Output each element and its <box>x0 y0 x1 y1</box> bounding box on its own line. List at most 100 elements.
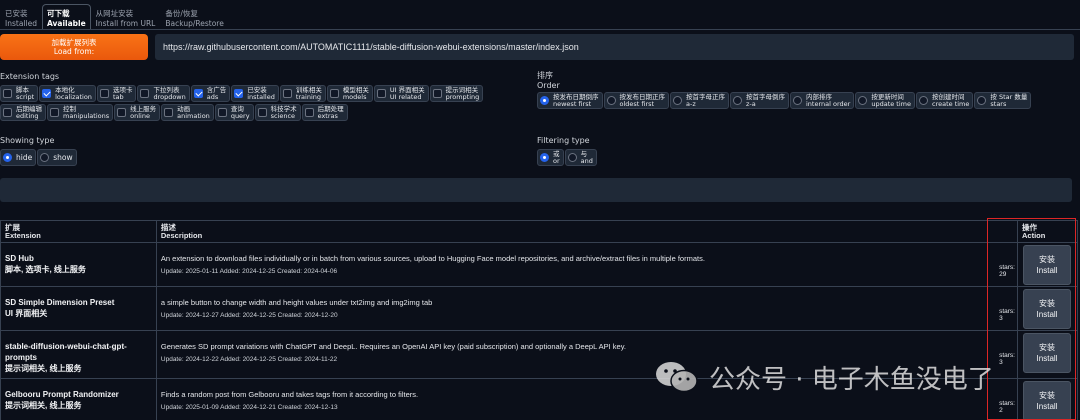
install-label-zh: 安装 <box>1039 343 1055 352</box>
option-label-en: update time <box>871 99 911 108</box>
radio-icon[interactable] <box>858 96 868 105</box>
option-label: 脚本 script <box>16 86 35 101</box>
tag-checkbox-query[interactable]: 查询 query <box>214 104 254 121</box>
checkbox-icon[interactable] <box>329 89 339 98</box>
option-label: 本地化 localization <box>55 86 92 101</box>
extension-name[interactable]: SD Simple Dimension Preset <box>5 297 152 308</box>
header-description-zh: 描述 <box>160 223 176 232</box>
option-label: 提示词相关 prompting <box>446 86 480 101</box>
load-from-button[interactable]: 加载扩展列表 Load from: <box>0 34 148 60</box>
tag-checkbox-localization[interactable]: 本地化 localization <box>39 85 96 102</box>
tag-checkbox-ui-related[interactable]: UI 界面相关 UI related <box>373 85 429 102</box>
checkbox-icon[interactable] <box>193 89 203 98</box>
search-input[interactable] <box>0 178 1072 202</box>
order-option-stars[interactable]: 按 Star 数量 stars <box>974 92 1032 109</box>
radio-icon[interactable] <box>567 153 577 162</box>
tag-checkbox-animation[interactable]: 动画 animation <box>161 104 214 121</box>
radio-icon[interactable] <box>793 96 802 105</box>
checkbox-icon[interactable] <box>140 89 150 98</box>
checkbox-icon[interactable] <box>42 89 52 98</box>
tag-checkbox-training[interactable]: 训练相关 training <box>279 85 326 102</box>
tag-checkbox-manipulations[interactable]: 控制 manipulations <box>47 104 114 121</box>
checkbox-icon[interactable] <box>3 108 12 117</box>
tab-installed[interactable]: 已安装 Installed <box>0 4 42 30</box>
radio-icon[interactable] <box>606 96 616 105</box>
tag-checkbox-script[interactable]: 脚本 script <box>0 85 39 102</box>
tag-checkbox-extras[interactable]: 后期处理 extras <box>301 104 348 121</box>
radio-icon[interactable] <box>3 153 12 162</box>
checkbox-icon[interactable] <box>99 89 109 98</box>
option-label-en: newest first <box>553 99 592 108</box>
option-label-en: UI related <box>389 92 422 101</box>
order-option-a-z[interactable]: 按首字母正序 a-z <box>670 92 729 109</box>
option-label: 训练相关 training <box>296 86 322 101</box>
extension-name[interactable]: stable-diffusion-webui-chat-gpt-prompts <box>5 341 152 363</box>
tab-label-en: Backup/Restore <box>165 19 224 28</box>
radio-icon[interactable] <box>977 96 987 105</box>
action-cell: stars: 3 安装 Install <box>999 286 1078 331</box>
extension-name[interactable]: SD Hub <box>5 253 152 264</box>
option-label: 或 or <box>553 150 560 165</box>
order-option-create-time[interactable]: 按创建时间 create time <box>916 92 974 109</box>
option-label-en: dropdown <box>153 92 186 101</box>
checkbox-icon[interactable] <box>117 108 127 117</box>
tag-checkbox-editing[interactable]: 后期编辑 editing <box>0 104 46 121</box>
option-label-en: script <box>16 92 35 101</box>
checkbox-icon[interactable] <box>432 89 442 98</box>
extension-name[interactable]: Gelbooru Prompt Randomizer <box>5 389 152 400</box>
radio-icon[interactable] <box>733 96 742 105</box>
radio-icon[interactable] <box>919 96 928 105</box>
order-option-oldest-first[interactable]: 按发布日期正序 oldest first <box>603 92 669 109</box>
tab-label-zh: 可下载 <box>46 9 70 18</box>
option-label: 内部排序 internal order <box>806 93 850 108</box>
install-button[interactable]: 安装 Install <box>1023 245 1071 285</box>
option-label: 含广告 ads <box>207 86 227 101</box>
extension-tags: 提示词相关, 线上服务 <box>5 364 82 373</box>
extension-description: An extension to download files individua… <box>160 254 705 263</box>
checkbox-icon[interactable] <box>217 108 227 117</box>
tag-checkbox-ads[interactable]: 含广告 ads <box>190 85 231 102</box>
checkbox-icon[interactable] <box>282 89 292 98</box>
showing-option-hide[interactable]: hide <box>0 149 37 166</box>
tag-checkbox-installed[interactable]: 已安装 installed <box>231 85 279 102</box>
tab-label-en: Installed <box>5 19 37 28</box>
checkbox-icon[interactable] <box>376 89 386 98</box>
order-option-internal-order[interactable]: 内部排序 internal order <box>790 92 855 109</box>
tab-backup-restore[interactable]: 备份/恢复 Backup/Restore <box>160 4 228 30</box>
radio-icon[interactable] <box>673 96 682 105</box>
option-label-text: hide <box>16 153 33 162</box>
showing-option-show[interactable]: show <box>37 149 77 166</box>
tag-checkbox-dropdown[interactable]: 下拉列表 dropdown <box>137 85 190 102</box>
filtering-option-and[interactable]: 与 and <box>564 149 597 166</box>
radio-icon[interactable] <box>540 96 549 105</box>
tag-checkbox-online[interactable]: 线上服务 online <box>114 104 161 121</box>
checkbox-icon[interactable] <box>50 108 59 117</box>
extension-cell: SD Simple Dimension Preset UI 界面相关 <box>0 286 157 331</box>
checkbox-icon[interactable] <box>3 89 12 98</box>
option-label-en: localization <box>55 92 92 101</box>
tag-checkbox-models[interactable]: 模型相关 models <box>326 85 373 102</box>
tag-checkbox-tab[interactable]: 选项卡 tab <box>96 85 137 102</box>
checkbox-icon[interactable] <box>164 108 174 117</box>
install-button[interactable]: 安装 Install <box>1023 289 1071 329</box>
radio-icon[interactable] <box>540 153 549 162</box>
tag-checkbox-prompting[interactable]: 提示词相关 prompting <box>429 85 484 102</box>
checkbox-icon[interactable] <box>304 108 314 117</box>
tab-install-from-url[interactable]: 从网址安装 Install from URL <box>91 4 161 30</box>
option-label-en: extras <box>317 111 338 120</box>
option-label: 选项卡 tab <box>113 86 133 101</box>
checkbox-icon[interactable] <box>257 108 267 117</box>
tag-checkbox-science[interactable]: 科技学术 science <box>254 104 301 121</box>
filtering-option-or[interactable]: 或 or <box>537 149 564 166</box>
order-option-newest-first[interactable]: 按发布日期倒序 newest first <box>537 92 603 109</box>
checkbox-icon[interactable] <box>234 89 244 98</box>
order-option-z-a[interactable]: 按首字母倒序 z-a <box>730 92 789 109</box>
option-label: 按发布日期倒序 newest first <box>553 93 599 108</box>
radio-icon[interactable] <box>40 153 50 162</box>
order-option-update-time[interactable]: 按更新时间 update time <box>855 92 915 109</box>
option-label: 科技学术 science <box>271 105 297 120</box>
index-url-input[interactable]: https://raw.githubusercontent.com/AUTOMA… <box>155 34 1074 60</box>
tab-available[interactable]: 可下载 Available <box>41 4 91 30</box>
option-label: show <box>53 154 72 162</box>
tab-divider <box>0 29 1080 30</box>
